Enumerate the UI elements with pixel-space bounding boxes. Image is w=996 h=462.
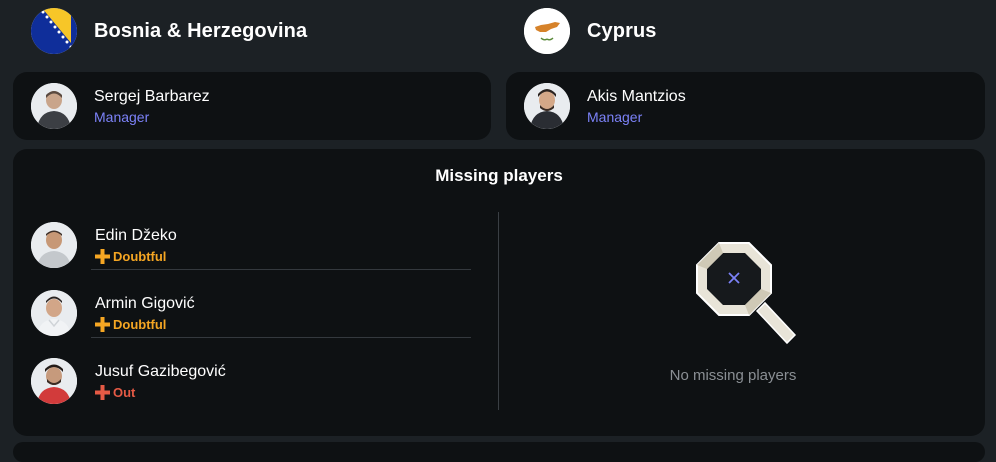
player-status: Doubtful: [95, 249, 177, 264]
player-avatar: [31, 222, 77, 268]
away-manager-card[interactable]: Akis Mantzios Manager: [506, 72, 985, 140]
home-team-header[interactable]: Bosnia & Herzegovina: [31, 8, 307, 54]
injury-plus-icon: [95, 249, 110, 264]
column-divider: [498, 212, 499, 410]
manager-role: Manager: [94, 108, 150, 125]
home-manager-card[interactable]: Sergej Barbarez Manager: [13, 72, 491, 140]
player-status-label: Doubtful: [113, 249, 167, 264]
row-divider: [91, 269, 471, 270]
player-name[interactable]: Edin Džeko: [95, 226, 177, 246]
magnifier-icon: [696, 242, 797, 345]
player-status: Out: [95, 385, 226, 400]
empty-state: [633, 241, 833, 366]
manager-avatar: [31, 83, 77, 129]
cyprus-flag-icon: [524, 8, 570, 54]
player-name[interactable]: Armin Gigović: [95, 294, 195, 314]
missing-player-row[interactable]: Jusuf Gazibegović Out: [31, 347, 471, 415]
player-name[interactable]: Jusuf Gazibegović: [95, 362, 226, 382]
player-avatar: [31, 358, 77, 404]
player-avatar: [31, 290, 77, 336]
player-status-label: Doubtful: [113, 317, 167, 332]
missing-players-card: Missing players Edin Džeko Doubtful Armi…: [13, 149, 985, 436]
manager-role: Manager: [587, 108, 643, 125]
injury-plus-icon: [95, 317, 110, 332]
player-status-label: Out: [113, 385, 136, 400]
missing-players-title: Missing players: [435, 166, 563, 185]
manager-name[interactable]: Akis Mantzios: [587, 87, 686, 107]
away-team-name[interactable]: Cyprus: [587, 20, 657, 43]
next-section-card: [13, 442, 985, 462]
row-divider: [91, 337, 471, 338]
home-team-name[interactable]: Bosnia & Herzegovina: [94, 20, 307, 43]
away-team-header[interactable]: Cyprus: [524, 8, 657, 54]
injury-plus-icon: [95, 385, 110, 400]
manager-avatar: [524, 83, 570, 129]
manager-name[interactable]: Sergej Barbarez: [94, 87, 210, 107]
bosnia-flag-icon: [31, 8, 77, 54]
no-missing-players-text: No missing players: [669, 367, 797, 384]
player-status: Doubtful: [95, 317, 195, 332]
